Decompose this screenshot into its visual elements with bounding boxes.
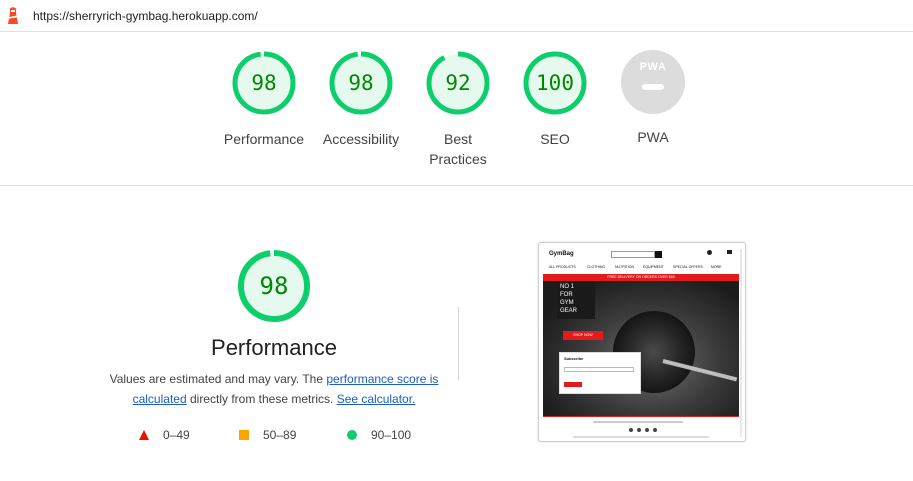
site-nav-item: NUTRITION — [615, 265, 635, 269]
pass-circle-icon — [347, 430, 357, 440]
average-square-icon — [239, 430, 249, 440]
footer-links — [593, 421, 683, 423]
gauge-label: PWA — [637, 129, 669, 145]
site-nav-item: SPECIAL OFFERS — [673, 265, 703, 269]
site-nav-item: EQUIPMENT — [643, 265, 664, 269]
desc-prefix: Values are estimated and may vary. The — [109, 372, 327, 386]
social-icon — [653, 428, 657, 432]
site-search-input — [611, 251, 655, 258]
final-screenshot[interactable]: GymBag ALL PRODUCTS CLOTHING NUTRITION E… — [538, 242, 746, 442]
site-hero-image: NO 1 FOR GYM GEAR SHOP NOW Subscribe — [543, 281, 739, 416]
lighthouse-icon — [8, 7, 18, 24]
social-icon — [629, 428, 633, 432]
social-icon — [645, 428, 649, 432]
site-nav-item: MORE — [711, 265, 722, 269]
gauge-label: SEO — [540, 131, 570, 147]
legend-fail: 0–49 — [163, 428, 190, 442]
site-footer — [543, 416, 739, 440]
score-value: 92 — [445, 71, 471, 95]
site-subscribe-title: Subscribe — [564, 356, 584, 361]
pwa-bar — [642, 84, 664, 90]
page-url[interactable]: https://sherryrich-gymbag.herokuapp.com/ — [33, 9, 258, 23]
site-delivery-banner: FREE DELIVERY ON ORDERS OVER $60 — [543, 274, 739, 281]
gauge-seo[interactable]: 100 SEO — [500, 50, 610, 149]
score-value: 100 — [536, 71, 574, 95]
gauge-label: Best Practices — [429, 131, 487, 167]
legend-average: 50–89 — [263, 428, 297, 442]
gauge-label: Performance — [223, 131, 305, 147]
score-ring: 100 — [522, 50, 588, 116]
site-nav-item: ALL PRODUCTS — [549, 265, 576, 269]
gauge-label: Accessibility — [322, 131, 400, 147]
performance-score-gauge: 98 — [237, 249, 311, 323]
scores-summary: 98 Performance 98 Accessibility 92 Best … — [0, 32, 913, 186]
footer-copyright — [573, 436, 709, 438]
desc-middle: directly from these metrics. — [186, 392, 337, 406]
site-shop-button: SHOP NOW — [563, 331, 603, 340]
divider — [458, 307, 459, 380]
gauge-best-practices[interactable]: 92 Best Practices — [403, 50, 513, 169]
score-value: 98 — [348, 71, 374, 95]
gauge-accessibility[interactable]: 98 Accessibility — [306, 50, 416, 149]
cart-icon — [727, 250, 732, 254]
score-ring: 98 — [328, 50, 394, 116]
scrollbar — [740, 249, 742, 437]
performance-description: Values are estimated and may vary. The p… — [104, 369, 444, 409]
legend-pass: 90–100 — [371, 428, 412, 442]
site-search-icon — [655, 251, 662, 258]
pwa-badge-text: PWA — [639, 61, 667, 73]
fail-triangle-icon — [139, 430, 149, 440]
score-ring: 98 — [231, 50, 297, 116]
gauge-performance[interactable]: 98 Performance — [209, 50, 319, 149]
site-hero-text: NO 1 FOR GYM GEAR — [557, 281, 595, 319]
site-logo: GymBag — [549, 251, 574, 257]
account-icon — [707, 250, 712, 255]
site-subscribe-input — [564, 367, 634, 372]
site-nav: ALL PRODUCTS CLOTHING NUTRITION EQUIPMEN… — [549, 265, 737, 271]
gauge-pwa[interactable]: PWA PWA — [598, 50, 708, 147]
score-value: 98 — [251, 71, 277, 95]
site-subscribe-button — [564, 382, 582, 387]
performance-title: Performance — [211, 335, 337, 360]
social-icon — [637, 428, 641, 432]
see-calculator-link[interactable]: See calculator. — [337, 392, 416, 406]
site-nav-item: CLOTHING — [587, 265, 606, 269]
pwa-badge-icon: PWA — [621, 50, 685, 114]
site-subscribe-box: Subscribe — [559, 352, 641, 394]
score-ring: 92 — [425, 50, 491, 116]
url-bar: https://sherryrich-gymbag.herokuapp.com/ — [0, 0, 913, 32]
performance-score-value: 98 — [259, 272, 289, 300]
